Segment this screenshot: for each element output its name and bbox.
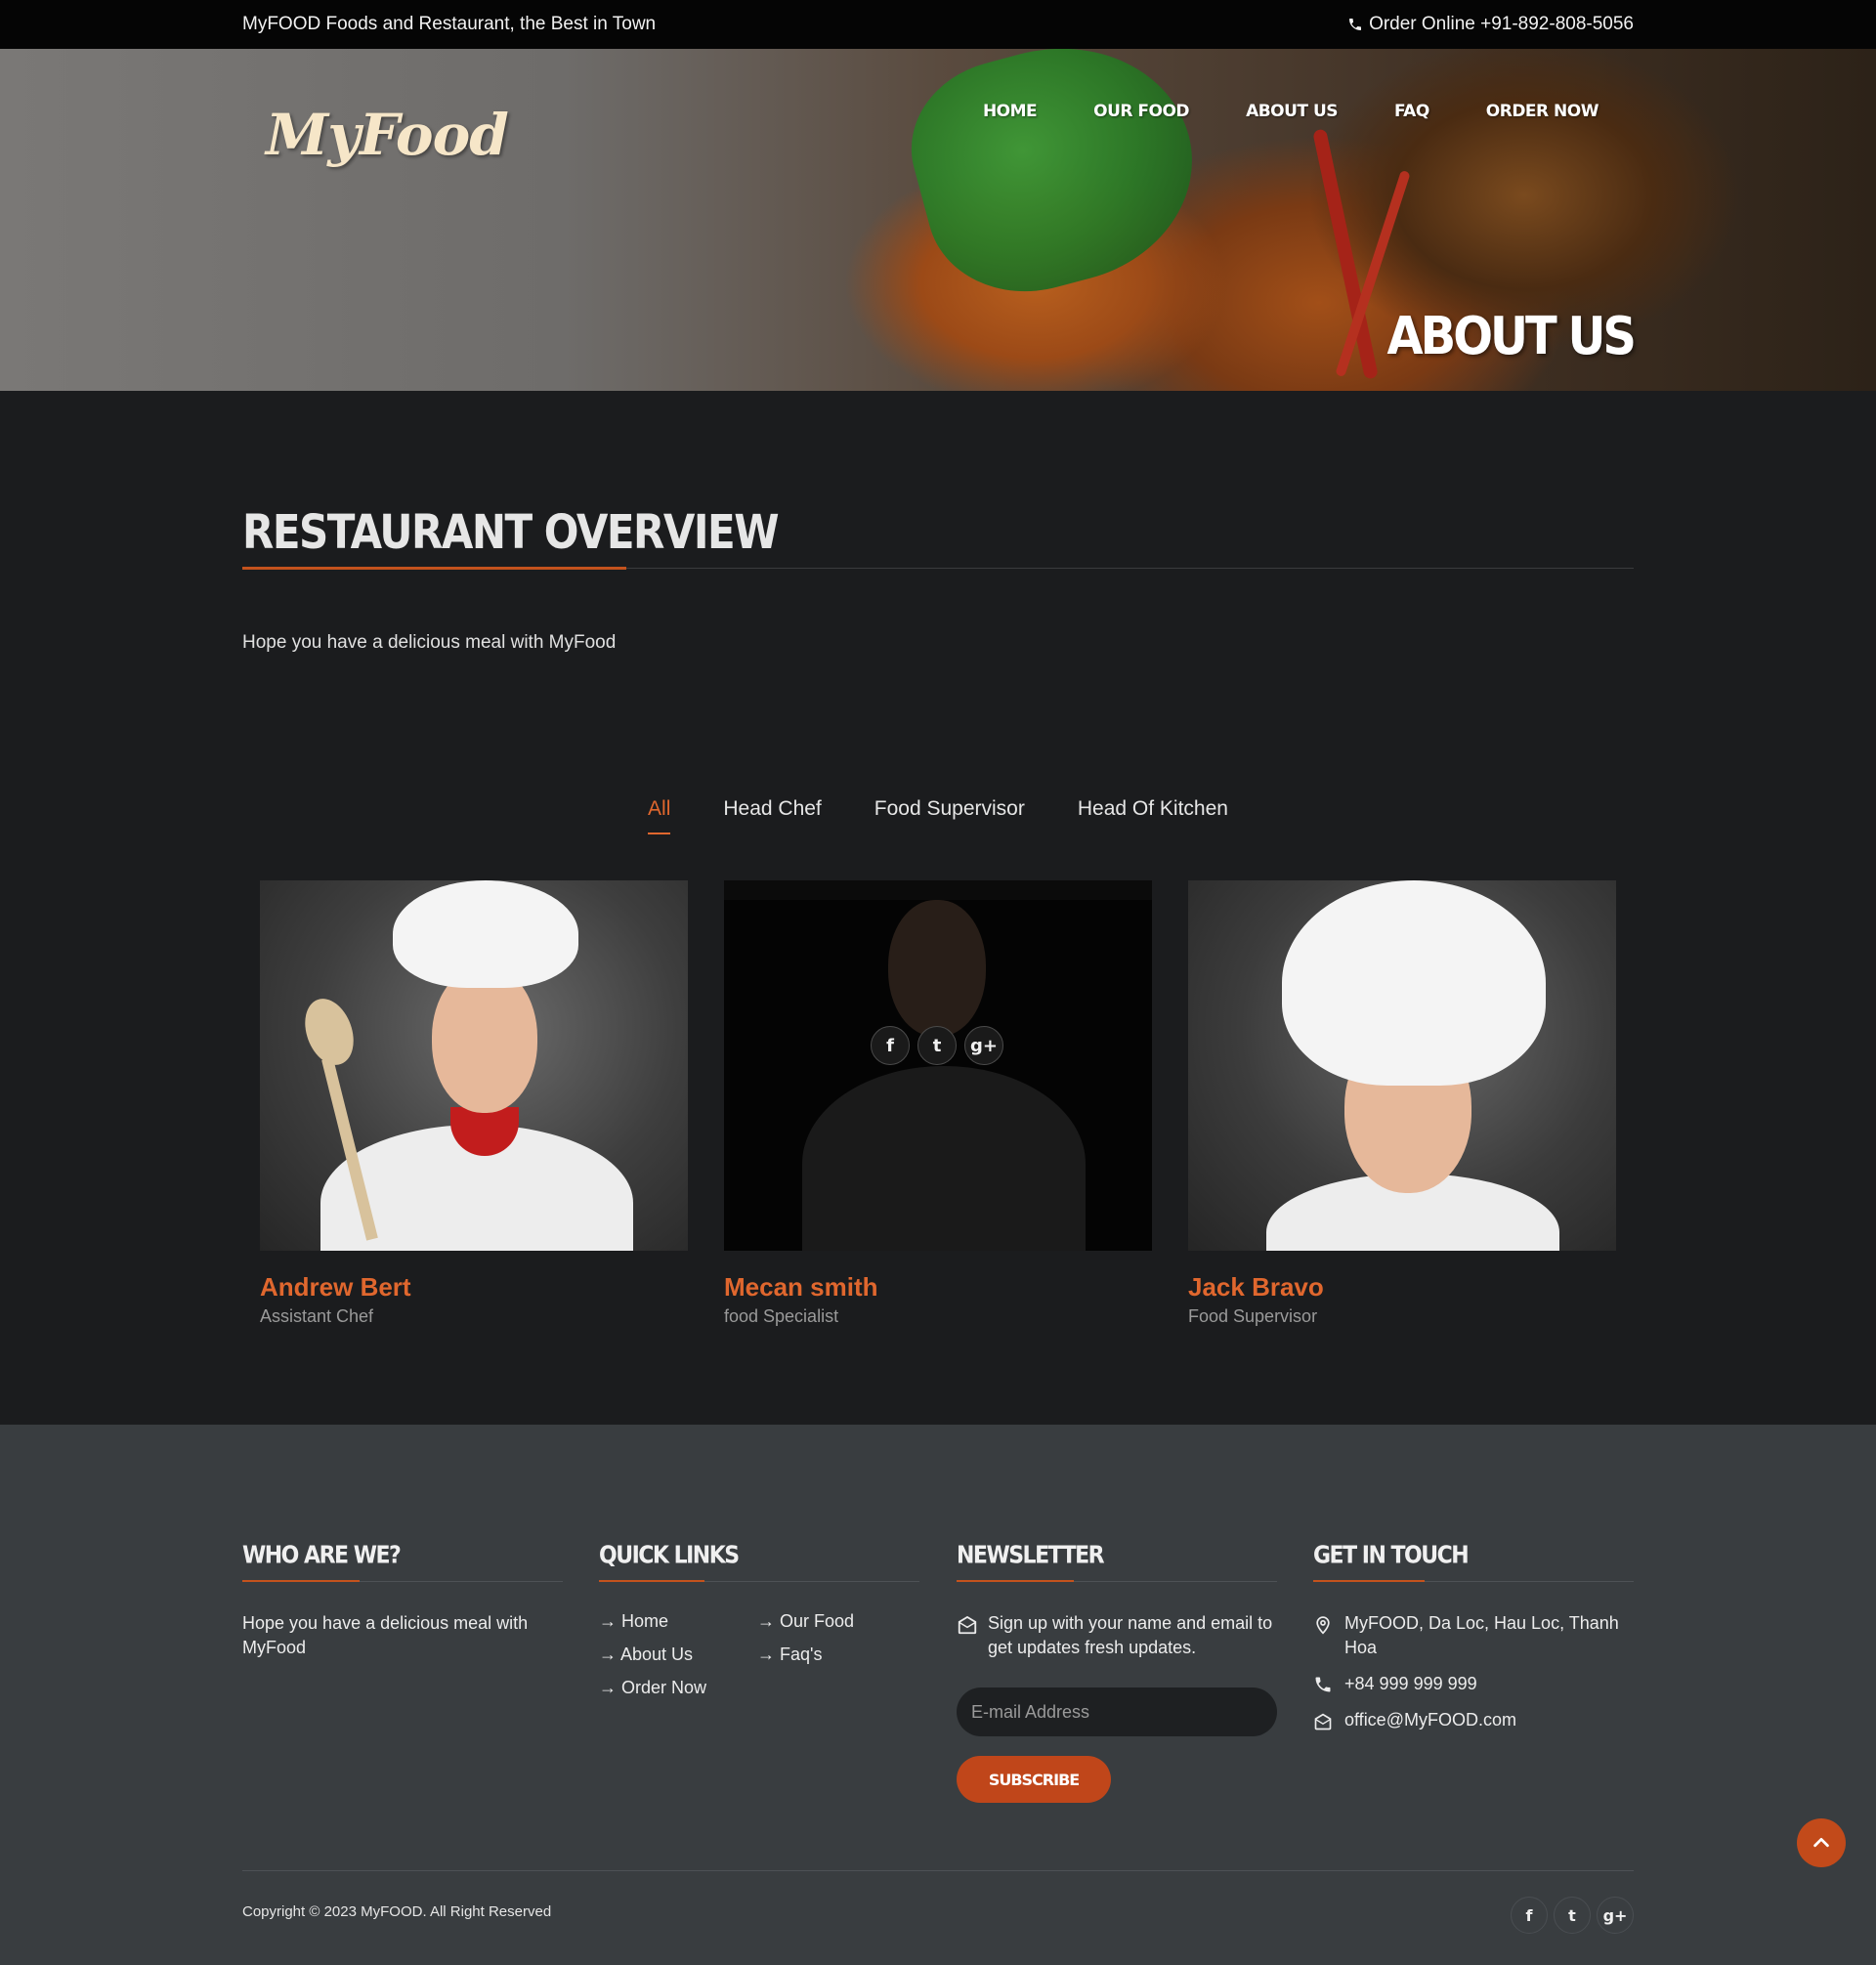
facebook-icon[interactable]: f xyxy=(1511,1897,1548,1934)
nav-order-now[interactable]: ORDER NOW xyxy=(1429,102,1599,121)
footer-link-order-now[interactable]: → Order Now xyxy=(599,1678,757,1698)
footer-heading: QUICK LINKS xyxy=(599,1542,740,1569)
arrow-right-icon: → xyxy=(599,1645,621,1664)
chef-face xyxy=(432,966,537,1113)
divider xyxy=(599,1580,919,1582)
divider xyxy=(242,1580,563,1582)
order-online-link[interactable]: Order Online +91-892-808-5056 xyxy=(1347,14,1634,35)
facebook-icon[interactable]: f xyxy=(871,1026,910,1065)
footer-quick-links: QUICK LINKS → Home → Our Food → About Us… xyxy=(599,1542,919,1698)
order-online-label: Order Online +91-892-808-5056 xyxy=(1369,14,1634,34)
footer-link-label: About Us xyxy=(620,1645,694,1664)
address-text: MyFOOD, Da Loc, Hau Loc, Thanh Hoa xyxy=(1344,1613,1619,1657)
social-links: f t g+ xyxy=(871,1026,1003,1065)
arrow-right-icon: → xyxy=(599,1678,622,1697)
google-plus-icon[interactable]: g+ xyxy=(1597,1897,1634,1934)
subscribe-button[interactable]: SUBSCRIBE xyxy=(957,1756,1111,1803)
filter-head-chef[interactable]: Head Chef xyxy=(723,797,821,834)
overview-text: Hope you have a delicious meal with MyFo… xyxy=(242,632,617,653)
footer-get-in-touch: GET IN TOUCH MyFOOD, Da Loc, Hau Loc, Th… xyxy=(1313,1542,1634,1732)
footer-about-text: Hope you have a delicious meal with MyFo… xyxy=(242,1613,529,1657)
divider xyxy=(957,1580,1277,1582)
phone-text: +84 999 999 999 xyxy=(1344,1674,1477,1693)
footer-link-label: Faq's xyxy=(780,1645,823,1664)
contact-phone[interactable]: +84 999 999 999 xyxy=(1313,1672,1634,1696)
contact-list: MyFOOD, Da Loc, Hau Loc, Thanh Hoa +84 9… xyxy=(1313,1611,1634,1732)
nav-home[interactable]: HOME xyxy=(926,102,1038,121)
team-member-role: Food Supervisor xyxy=(1188,1306,1318,1326)
hero-food-image xyxy=(892,49,1218,316)
footer-link-label: Home xyxy=(621,1611,669,1631)
footer-link-label: Our Food xyxy=(780,1611,855,1631)
footer-link-label: Order Now xyxy=(621,1678,707,1697)
contact-email[interactable]: office@MyFOOD.com xyxy=(1313,1708,1634,1732)
footer-link-faqs[interactable]: → Faq's xyxy=(757,1645,916,1665)
footer-link-our-food[interactable]: → Our Food xyxy=(757,1611,916,1632)
team-filter-tabs: All Head Chef Food Supervisor Head Of Ki… xyxy=(0,797,1876,834)
filter-food-supervisor[interactable]: Food Supervisor xyxy=(874,797,1025,834)
nav-our-food[interactable]: OUR FOOD xyxy=(1037,102,1189,121)
team-photo: f t g+ xyxy=(724,880,1152,1251)
site-logo[interactable]: MyFood xyxy=(266,102,509,168)
filter-head-of-kitchen[interactable]: Head Of Kitchen xyxy=(1078,797,1228,834)
newsletter-text: Sign up with your name and email to get … xyxy=(988,1613,1273,1657)
footer-heading: WHO ARE WE? xyxy=(242,1542,402,1569)
back-to-top-button[interactable] xyxy=(1797,1818,1846,1867)
email-field[interactable] xyxy=(957,1687,1277,1736)
arrow-right-icon: → xyxy=(757,1645,781,1664)
team-card[interactable]: Jack Bravo Food Supervisor xyxy=(1188,880,1616,1327)
twitter-icon[interactable]: t xyxy=(917,1026,957,1065)
team-photo xyxy=(1188,880,1616,1251)
quick-links-list: → Home → Our Food → About Us → Faq's → O… xyxy=(599,1611,919,1698)
footer-newsletter: NEWSLETTER Sign up with your name and em… xyxy=(957,1542,1277,1803)
email-text: office@MyFOOD.com xyxy=(1344,1710,1516,1730)
chevron-up-icon xyxy=(1813,1837,1829,1848)
footer-social-links: f t g+ xyxy=(1511,1897,1634,1934)
footer-link-home[interactable]: → Home xyxy=(599,1611,757,1632)
footer-heading: NEWSLETTER xyxy=(957,1542,1105,1569)
envelope-open-icon xyxy=(958,1615,977,1635)
divider xyxy=(242,1870,1634,1871)
footer-who-are-we: WHO ARE WE? Hope you have a delicious me… xyxy=(242,1542,563,1660)
main-nav: HOME OUR FOOD ABOUT US FAQ ORDER NOW xyxy=(926,102,1599,121)
top-bar: MyFOOD Foods and Restaurant, the Best in… xyxy=(0,0,1876,49)
filter-all[interactable]: All xyxy=(648,797,671,834)
hero-banner: MyFood HOME OUR FOOD ABOUT US FAQ ORDER … xyxy=(0,49,1876,391)
phone-icon xyxy=(1315,1677,1331,1692)
newsletter-description: Sign up with your name and email to get … xyxy=(957,1611,1277,1660)
team-card[interactable]: Andrew Bert Assistant Chef xyxy=(260,880,688,1327)
footer-heading: GET IN TOUCH xyxy=(1313,1542,1470,1569)
section-title: RESTAURANT OVERVIEW xyxy=(242,504,780,560)
divider xyxy=(1313,1580,1634,1582)
team-card[interactable]: f t g+ Mecan smith food Specialist xyxy=(724,880,1152,1327)
nav-about-us[interactable]: ABOUT US xyxy=(1189,102,1338,121)
google-plus-icon[interactable]: g+ xyxy=(964,1026,1003,1065)
team-photo xyxy=(260,880,688,1251)
photo-hover-overlay xyxy=(724,900,1152,1251)
team-member-role: Assistant Chef xyxy=(260,1306,374,1326)
page-title: ABOUT US xyxy=(1386,305,1637,367)
phone-icon xyxy=(1349,19,1362,30)
team-member-name[interactable]: Jack Bravo xyxy=(1188,1272,1616,1303)
twitter-icon[interactable]: t xyxy=(1554,1897,1591,1934)
arrow-right-icon: → xyxy=(757,1611,781,1631)
footer-link-about-us[interactable]: → About Us xyxy=(599,1645,757,1665)
contact-address: MyFOOD, Da Loc, Hau Loc, Thanh Hoa xyxy=(1313,1611,1634,1660)
divider-accent xyxy=(242,567,626,570)
nav-faq[interactable]: FAQ xyxy=(1338,102,1429,121)
copyright-text: Copyright © 2023 MyFOOD. All Right Reser… xyxy=(242,1903,552,1920)
site-tagline: MyFOOD Foods and Restaurant, the Best in… xyxy=(242,14,657,34)
envelope-open-icon xyxy=(1314,1713,1332,1730)
arrow-right-icon: → xyxy=(599,1611,622,1631)
team-member-name[interactable]: Andrew Bert xyxy=(260,1272,688,1303)
team-member-role: food Specialist xyxy=(724,1306,839,1326)
chef-hat xyxy=(1282,880,1546,1086)
chef-hat xyxy=(393,880,578,988)
map-pin-icon xyxy=(1316,1616,1330,1635)
team-member-name[interactable]: Mecan smith xyxy=(724,1272,1152,1303)
